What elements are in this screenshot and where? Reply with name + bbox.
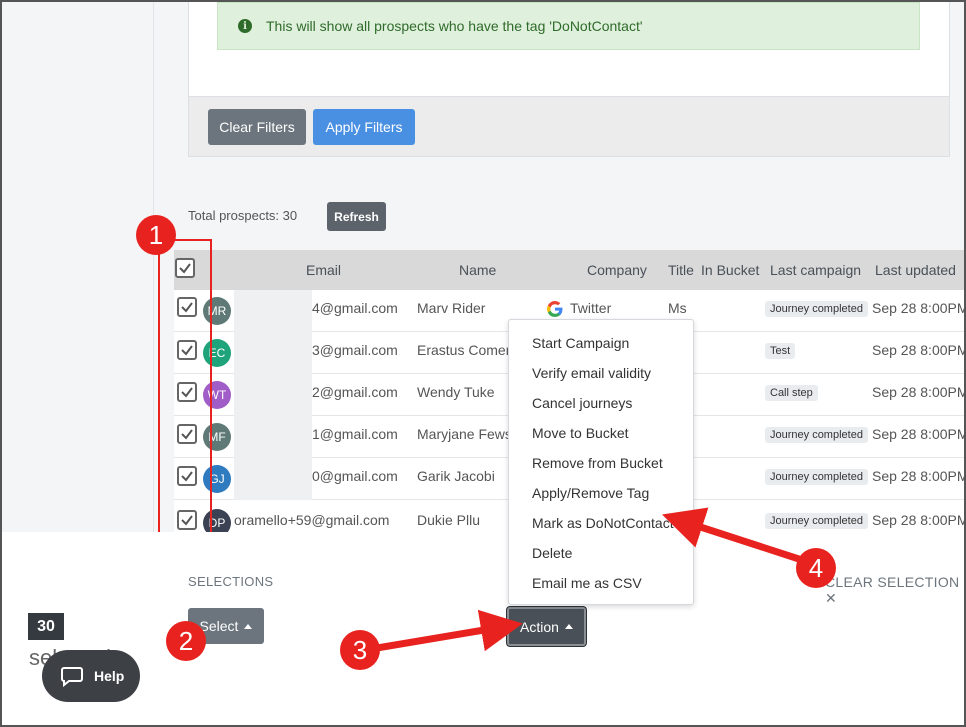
email-cell: 0@gmail.com [312, 468, 398, 484]
action-label: Action [520, 618, 559, 635]
name-cell[interactable]: Garik Jacobi [417, 468, 495, 484]
updated-cell: Sep 28 8:00PM [872, 342, 964, 358]
caret-up-icon [564, 624, 573, 629]
annotation-4: 4 [796, 548, 836, 588]
menu-item-move-to-bucket[interactable]: Move to Bucket [509, 418, 693, 448]
annotation-2: 2 [166, 621, 206, 661]
updated-cell: Sep 28 8:00PM [872, 384, 964, 400]
updated-cell: Sep 28 8:00PM [872, 512, 964, 528]
company-cell: Twitter [570, 300, 612, 316]
redacted-email [234, 332, 312, 374]
email-cell: 1@gmail.com [312, 426, 398, 442]
chat-bubble-icon [61, 667, 83, 687]
campaign-badge: Journey completed [765, 469, 868, 485]
menu-item-email-csv[interactable]: Email me as CSV [509, 568, 693, 598]
col-email[interactable]: Email [306, 262, 341, 278]
campaign-badge: Journey completed [765, 513, 868, 529]
title-cell: Ms [668, 300, 687, 316]
caret-up-icon [244, 623, 253, 629]
email-cell: 2@gmail.com [312, 384, 398, 400]
menu-item-cancel-journeys[interactable]: Cancel journeys [509, 388, 693, 418]
selected-count: 30 [28, 613, 64, 640]
menu-item-mark-donotcontact[interactable]: Mark as DoNotContact [509, 508, 693, 538]
menu-item-remove-from-bucket[interactable]: Remove from Bucket [509, 448, 693, 478]
name-cell[interactable]: Dukie Pllu [417, 512, 480, 528]
annotation-3: 3 [340, 630, 380, 670]
redacted-email [234, 374, 312, 416]
checkbox-highlight [158, 239, 212, 544]
redacted-email [234, 290, 312, 332]
alert-text: This will show all prospects who have th… [266, 18, 643, 34]
col-in-bucket[interactable]: In Bucket [701, 262, 759, 278]
menu-item-verify-email[interactable]: Verify email validity [509, 358, 693, 388]
col-last-campaign[interactable]: Last campaign [770, 262, 861, 278]
menu-item-start-campaign[interactable]: Start Campaign [509, 328, 693, 358]
campaign-badge: Test [765, 343, 796, 359]
google-icon [544, 298, 566, 320]
left-pane [2, 2, 154, 532]
app-frame: i This will show all prospects who have … [0, 0, 966, 727]
redacted-email [234, 458, 312, 500]
updated-cell: Sep 28 8:00PM [872, 426, 964, 442]
annotation-1: 1 [136, 215, 176, 255]
table-header: Email Name Company Title In Bucket Last … [174, 250, 964, 290]
col-title[interactable]: Title [668, 262, 694, 278]
name-cell[interactable]: Marv Rider [417, 300, 485, 316]
redacted-email [234, 416, 312, 458]
email-cell: 4@gmail.com [312, 300, 398, 316]
action-dropdown-menu: Start Campaign Verify email validity Can… [508, 319, 694, 605]
filter-alert: i This will show all prospects who have … [217, 2, 920, 50]
select-label: Select [199, 618, 239, 634]
info-icon: i [238, 19, 252, 33]
clear-filters-button[interactable]: Clear Filters [208, 109, 306, 145]
campaign-badge: Journey completed [765, 301, 868, 317]
action-button[interactable]: Action [507, 607, 586, 646]
apply-filters-button[interactable]: Apply Filters [313, 109, 415, 145]
name-cell[interactable]: Wendy Tuke [417, 384, 495, 400]
updated-cell: Sep 28 8:00PM [872, 468, 964, 484]
menu-item-delete[interactable]: Delete [509, 538, 693, 568]
name-cell[interactable]: Maryjane Fews [417, 426, 512, 442]
col-name[interactable]: Name [459, 262, 496, 278]
menu-item-apply-remove-tag[interactable]: Apply/Remove Tag [509, 478, 693, 508]
updated-cell: Sep 28 8:00PM [872, 300, 964, 316]
campaign-badge: Call step [765, 385, 818, 401]
total-prospects: Total prospects: 30 [188, 208, 298, 223]
refresh-button[interactable]: Refresh [327, 202, 386, 231]
help-button[interactable]: Help [42, 650, 140, 702]
selections-label: SELECTIONS [188, 574, 274, 589]
clear-selection-link[interactable]: CLEAR SELECTION ✕ [825, 574, 964, 607]
campaign-badge: Journey completed [765, 427, 868, 443]
help-label: Help [94, 668, 125, 684]
col-company[interactable]: Company [587, 262, 647, 278]
email-cell: 3@gmail.com [312, 342, 398, 358]
email-cell: oramello+59@gmail.com [234, 512, 390, 528]
name-cell[interactable]: Erastus Comer [417, 342, 510, 358]
col-last-updated[interactable]: Last updated [875, 262, 956, 278]
